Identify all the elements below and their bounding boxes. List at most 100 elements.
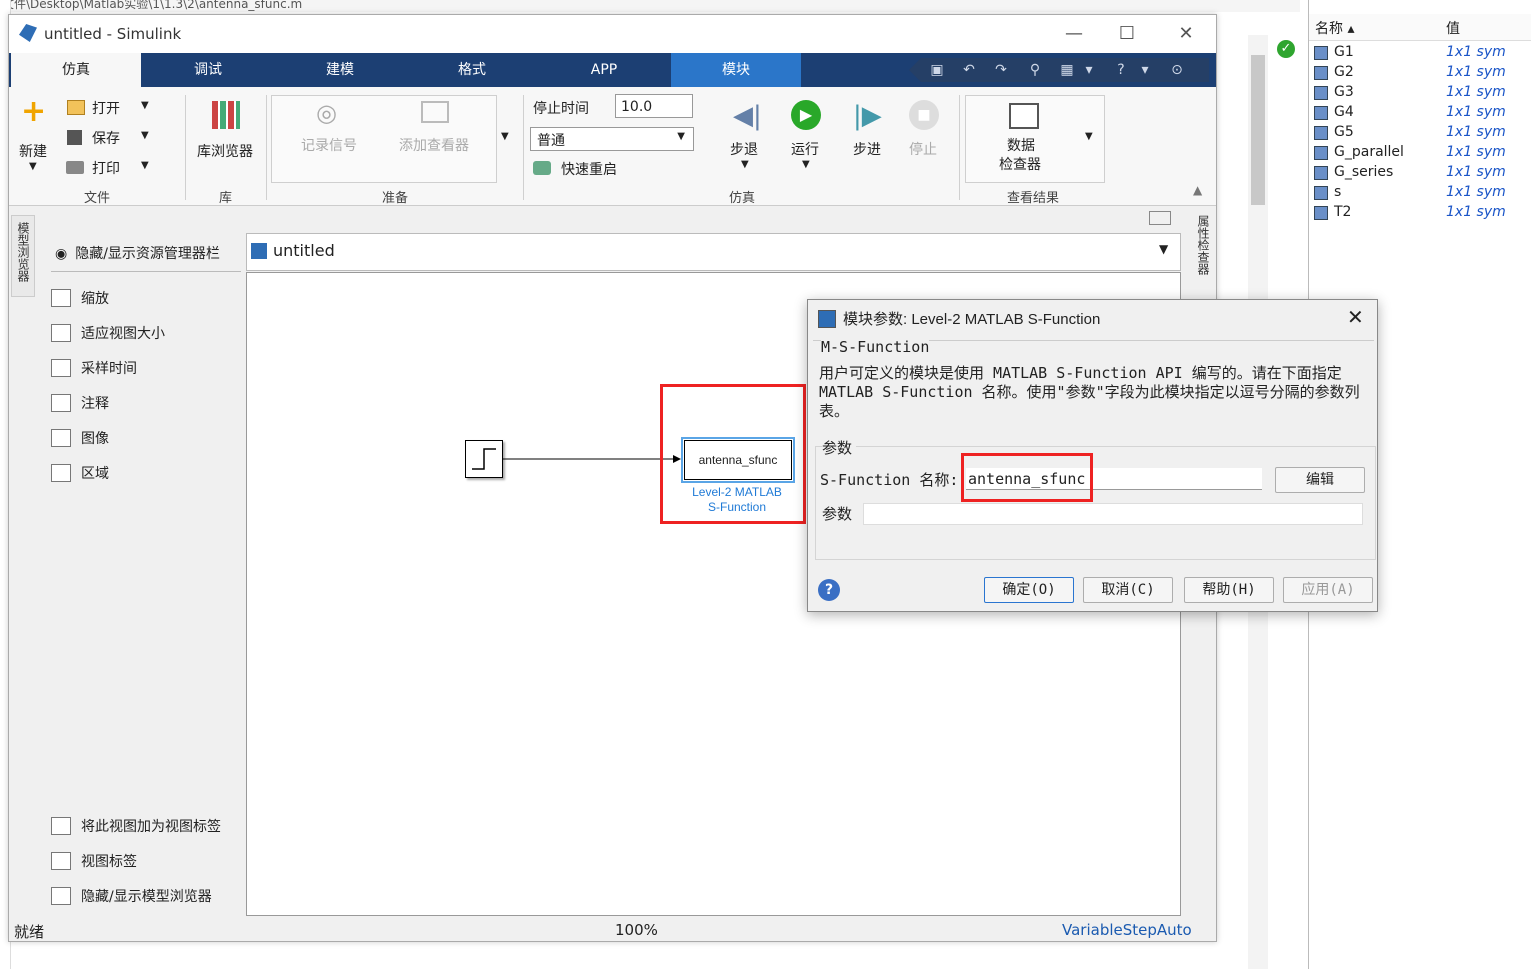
window-title: untitled - Simulink <box>44 25 182 43</box>
workspace-col-value[interactable]: 值 <box>1446 18 1460 38</box>
stop-button[interactable]: 停止 <box>909 139 937 159</box>
params-input[interactable] <box>863 503 1363 525</box>
zoom-icon <box>51 289 71 307</box>
chevron-down-icon[interactable]: ▼ <box>1085 131 1093 142</box>
workspace-row[interactable]: G5 1x1 sym <box>1309 123 1531 143</box>
undo-icon[interactable]: ↶ <box>961 62 977 78</box>
sym-variable-icon <box>1314 206 1328 220</box>
sim-mode-select[interactable]: 普通 ▼ <box>530 127 694 151</box>
simulink-icon <box>19 24 37 42</box>
chevron-down-icon[interactable]: ▼ <box>29 161 37 172</box>
collapse-ribbon-icon[interactable]: ▲ <box>1193 183 1202 197</box>
ok-button[interactable]: 确定(O) <box>984 577 1074 603</box>
close-icon[interactable]: ✕ <box>1347 305 1364 329</box>
double-chevron-icon <box>51 887 71 905</box>
workspace-row[interactable]: G2 1x1 sym <box>1309 63 1531 83</box>
variable-value: 1x1 sym <box>1446 184 1506 200</box>
tab-debug[interactable]: 调试 <box>143 53 273 87</box>
chevron-down-icon[interactable]: ▼ <box>501 131 509 142</box>
add-viewer-button[interactable]: 添加查看器 <box>399 135 469 155</box>
help-icon[interactable]: ? <box>1113 62 1129 78</box>
sym-variable-icon <box>1314 126 1328 140</box>
workspace-row[interactable]: G3 1x1 sym <box>1309 83 1531 103</box>
chevron-down-icon[interactable]: ▾ <box>1081 62 1097 78</box>
variable-name: G3 <box>1334 84 1354 100</box>
collapse-icon[interactable]: ⊙ <box>1169 62 1185 78</box>
save-button[interactable]: 保存 <box>92 128 120 148</box>
run-button[interactable]: 运行 <box>791 139 819 159</box>
help-button[interactable]: 帮助(H) <box>1184 577 1274 603</box>
chevron-down-icon[interactable]: ▼ <box>1159 242 1168 256</box>
apply-button[interactable]: 应用(A) <box>1283 577 1373 603</box>
edit-button[interactable]: 编辑 <box>1275 467 1365 493</box>
layout-icon[interactable]: ▦ <box>1059 62 1075 78</box>
viewer-icon <box>421 101 449 123</box>
signal-line[interactable] <box>501 453 681 465</box>
minimize-icon[interactable]: — <box>1059 23 1089 45</box>
workspace-col-name[interactable]: 名称 ▴ <box>1315 18 1354 38</box>
data-inspector-line1[interactable]: 数据 <box>1007 135 1035 155</box>
record-signals-button[interactable]: 记录信号 <box>301 135 357 155</box>
workspace-row[interactable]: G_parallel 1x1 sym <box>1309 143 1531 163</box>
step-back-button[interactable]: 步退 <box>730 139 758 159</box>
quick-access-toolbar: ▣ ↶ ↷ ⚲ ▦ ▾ ? ▾ ⊙ <box>909 58 1209 82</box>
cancel-button[interactable]: 取消(C) <box>1083 577 1173 603</box>
group-file: 文件 <box>84 191 111 206</box>
group-library: 库 <box>219 191 233 206</box>
workspace-row[interactable]: T2 1x1 sym <box>1309 203 1531 223</box>
sym-variable-icon <box>1314 146 1328 160</box>
fast-restart-button[interactable]: 快速重启 <box>561 159 617 179</box>
close-icon[interactable]: ✕ <box>1171 23 1201 45</box>
toggle-explorer-button[interactable]: ◉ 隐藏/显示资源管理器栏 <box>55 243 220 263</box>
check-icon: ✓ <box>1277 40 1295 58</box>
workspace-header: 名称 ▴ 值 <box>1309 14 1531 41</box>
redo-icon[interactable]: ↷ <box>993 62 1009 78</box>
new-button[interactable]: 新建 <box>19 141 47 161</box>
variable-value: 1x1 sym <box>1446 204 1506 220</box>
library-browser-button[interactable]: 库浏览器 <box>197 141 253 161</box>
save-icon[interactable]: ▣ <box>929 62 945 78</box>
search-icon[interactable]: ⚲ <box>1027 62 1043 78</box>
solver-link[interactable]: VariableStepAuto <box>1062 921 1192 939</box>
chevron-down-icon[interactable]: ▼ <box>741 159 749 170</box>
step-block[interactable] <box>465 440 503 478</box>
ribbon: + 新建 ▼ 打开 ▼ 保存 ▼ 打印 ▼ 文件 库浏览器 库 ◎ 记录信号 添… <box>9 87 1216 206</box>
chevron-down-icon[interactable]: ▾ <box>1137 62 1153 78</box>
hide-icon[interactable] <box>1149 211 1171 225</box>
print-button[interactable]: 打印 <box>92 158 120 178</box>
workspace-row[interactable]: G4 1x1 sym <box>1309 103 1531 123</box>
model-browser-tab[interactable]: 模型浏览器 <box>11 215 35 297</box>
variable-name: G5 <box>1334 124 1354 140</box>
help-icon[interactable]: ? <box>818 579 840 601</box>
collapse-icon: ◉ <box>55 246 68 262</box>
block-parameters-dialog: 模块参数: Level-2 MATLAB S-Function ✕ M-S-Fu… <box>807 299 1378 612</box>
open-button[interactable]: 打开 <box>92 98 120 118</box>
fit-view-icon <box>51 324 71 342</box>
tab-apps[interactable]: APP <box>539 53 669 87</box>
chevron-down-icon[interactable]: ▼ <box>141 100 149 111</box>
chevron-down-icon: ▼ <box>677 131 685 142</box>
dialog-description: 用户可定义的模块是使用 MATLAB S-Function API 编写的。请在… <box>819 364 1360 420</box>
workspace-row[interactable]: G1 1x1 sym <box>1309 43 1531 63</box>
stop-time-input[interactable]: 10.0 <box>615 94 693 118</box>
annotation-icon <box>51 394 71 412</box>
tab-format[interactable]: 格式 <box>407 53 537 87</box>
tab-simulation[interactable]: 仿真 <box>11 53 141 87</box>
address-bar[interactable]: untitled ▼ <box>246 233 1181 271</box>
tab-block[interactable]: 模块 <box>671 53 801 87</box>
chevron-down-icon[interactable]: ▼ <box>141 160 149 171</box>
variable-value: 1x1 sym <box>1446 164 1506 180</box>
chevron-down-icon[interactable]: ▼ <box>141 130 149 141</box>
workspace-row[interactable]: s 1x1 sym <box>1309 183 1531 203</box>
data-inspector-line2[interactable]: 检查器 <box>999 154 1041 174</box>
ribbon-tabs: 仿真 调试 建模 格式 APP 模块 ▣ ↶ ↷ ⚲ ▦ ▾ ? ▾ ⊙ <box>9 53 1216 87</box>
group-prepare: 准备 <box>382 191 409 206</box>
highlight-box <box>961 453 1093 502</box>
maximize-icon[interactable]: ☐ <box>1112 23 1142 45</box>
tab-modeling[interactable]: 建模 <box>275 53 405 87</box>
workspace-row[interactable]: G_series 1x1 sym <box>1309 163 1531 183</box>
dialog-title: 模块参数: Level-2 MATLAB S-Function <box>843 311 1101 328</box>
chevron-down-icon[interactable]: ▼ <box>802 159 810 170</box>
step-forward-button[interactable]: 步进 <box>853 139 881 159</box>
printer-icon <box>66 161 84 174</box>
